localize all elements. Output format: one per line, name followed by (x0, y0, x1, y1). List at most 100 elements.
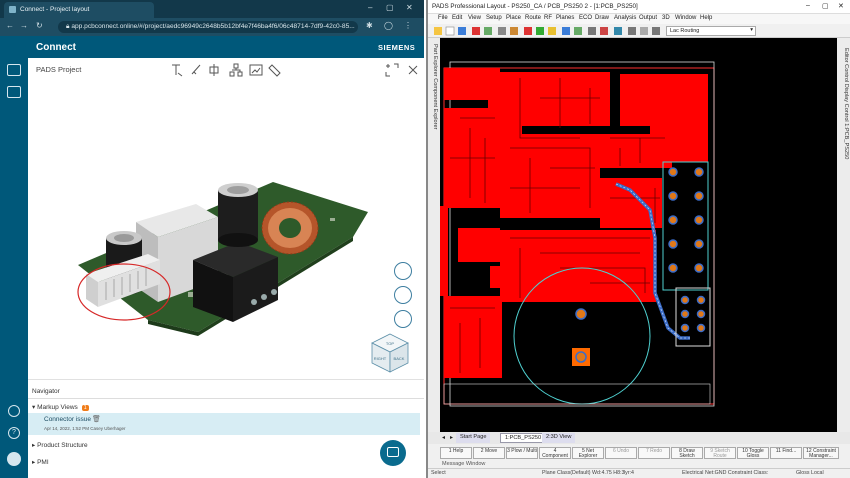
tab-pcb-label: 1:PCB_PS250 (505, 435, 542, 441)
pcb-3d-model[interactable] (68, 142, 378, 337)
pads-statusbar: Select Plane Class(Default) Wd:4.75 H8:3… (428, 468, 850, 478)
pads-close-icon[interactable]: ✕ (838, 2, 844, 10)
connect-favicon-icon (9, 6, 16, 13)
fkey-2[interactable]: 2 Move (473, 447, 505, 459)
menu-draw[interactable]: Draw (595, 15, 609, 21)
pads-window: PADS Professional Layout - PS250_CA / PC… (426, 0, 850, 478)
menu-3d[interactable]: 3D (662, 15, 670, 21)
browser-tab[interactable]: Connect - Project layout (4, 2, 154, 18)
extension-icon[interactable]: ✱ (366, 21, 373, 30)
url-field[interactable]: 🔒︎ app.pcbconnect.online/#/project/aedc9… (58, 21, 358, 33)
fkey-8[interactable]: 8 Draw Sketch (671, 447, 703, 459)
menu-analysis[interactable]: Analysis (614, 15, 636, 21)
browser-menu-icon[interactable]: ⋮ (404, 21, 412, 30)
fkey-12[interactable]: 12 Constraint Manager... (803, 447, 839, 459)
menu-setup[interactable]: Setup (486, 15, 502, 21)
minimize-icon[interactable]: – (368, 3, 372, 12)
pads-title-text: PADS Professional Layout - PS250_CA / PC… (432, 3, 638, 10)
fkey-10[interactable]: 10 Toggle Gloss (737, 447, 769, 459)
product-structure-label: Product Structure (37, 442, 88, 449)
panel-controls (385, 63, 418, 77)
markup-edit-icon[interactable] (268, 64, 281, 77)
menu-window[interactable]: Window (675, 15, 696, 21)
forward-icon[interactable]: → (20, 21, 28, 30)
close-window-icon[interactable]: ✕ (406, 3, 413, 12)
fkey-4[interactable]: 4 Component Explorer (539, 447, 571, 459)
menu-view[interactable]: View (468, 15, 481, 21)
connector-issue-meta: Apr 14, 2022, 1:52 PM Casey Uberhager (44, 426, 126, 431)
capacitor-right (218, 183, 258, 247)
close-panel-icon[interactable] (408, 65, 418, 75)
fkey-7[interactable]: 7 Redo (638, 447, 670, 459)
markup-views-label: Markup Views (37, 404, 78, 411)
tab-3d-view[interactable]: 2:3D View (542, 433, 576, 443)
view-list-icon[interactable] (394, 262, 412, 280)
tabs-prev-icon[interactable]: ◂ (442, 434, 445, 441)
status-plane-class: Plane Class(Default) Wd:4.75 H8:3 (542, 470, 625, 476)
menu-output[interactable]: Output (639, 15, 657, 21)
toroid-coil (261, 201, 319, 255)
left-vtab-label: Part Explorer Component Explorer (432, 44, 438, 130)
pcb-layout-canvas[interactable] (440, 38, 837, 432)
pads-document-tabs: ◂ ▸ Start Page 1:PCB_PS250 2:3D View (428, 432, 850, 444)
routing-mode-select[interactable]: Lac Routing ▾ (666, 26, 756, 36)
image-icon[interactable] (249, 64, 263, 76)
menu-rf[interactable]: RF (544, 15, 552, 21)
fkey-9[interactable]: 9 Sketch Route (704, 447, 736, 459)
help-icon[interactable]: ? (8, 427, 20, 439)
menu-file[interactable]: File (438, 15, 448, 21)
right-vertical-tabs[interactable]: Editor Control Display Control 1:PCB_PS2… (837, 38, 850, 432)
fkey-1[interactable]: 1 Help (440, 447, 472, 459)
view-cube[interactable]: TOP RIGHT BACK (368, 330, 412, 378)
pads-titlebar: PADS Professional Layout - PS250_CA / PC… (428, 0, 850, 14)
url-text: app.pcbconnect.online/#/project/aedc9694… (71, 23, 355, 30)
pads-menubar: File Edit View Setup Place Route RF Plan… (428, 14, 850, 24)
menu-place[interactable]: Place (506, 15, 521, 21)
menu-route[interactable]: Route (525, 15, 541, 21)
fkey-11[interactable]: 11 Find... (770, 447, 802, 459)
function-key-bar: 1 Help 2 Move 3 Plow / Multi 4 Component… (428, 445, 850, 461)
trash-icon[interactable]: 🗑︎ (92, 415, 101, 423)
tab-start-page[interactable]: Start Page (456, 433, 491, 443)
connector-issue-item[interactable]: Connector issue 🗑︎ Apr 14, 2022, 1:52 PM… (28, 413, 420, 435)
pcb-layout-drawing[interactable] (440, 38, 837, 432)
profile-icon[interactable]: ◯ (384, 21, 393, 30)
maximize-icon[interactable]: ▢ (386, 3, 394, 12)
pads-maximize-icon[interactable]: ▢ (822, 2, 829, 10)
app-header: Connect SIEMENS (0, 36, 424, 58)
back-icon[interactable]: ← (6, 21, 14, 30)
reload-icon[interactable]: ↻ (36, 21, 43, 30)
menu-help[interactable]: Help (700, 15, 712, 21)
settings-icon[interactable] (8, 405, 20, 417)
menu-planes[interactable]: Planes (556, 15, 574, 21)
pads-minimize-icon[interactable]: – (806, 2, 810, 9)
folder-icon[interactable] (7, 86, 21, 98)
toolbar-icons[interactable] (432, 25, 662, 37)
tabs-next-icon[interactable]: ▸ (450, 434, 453, 441)
browser-tab-title: Connect - Project layout (20, 6, 90, 13)
message-window-label[interactable]: Message Window (442, 461, 485, 467)
right-vtab-label: Editor Control Display Control 1:PCB_PS2… (843, 48, 849, 160)
measure-icon[interactable] (191, 64, 201, 75)
rotate-icon[interactable] (394, 310, 412, 328)
markup-views-row[interactable]: ▾ Markup Views 1 (32, 403, 89, 411)
tab-pcb[interactable]: 1:PCB_PS250 (500, 433, 547, 443)
text-markup-icon[interactable] (172, 64, 183, 77)
product-structure-row[interactable]: ▸ Product Structure (32, 441, 88, 449)
user-avatar[interactable] (7, 452, 21, 466)
left-vertical-tabs[interactable]: Part Explorer Component Explorer (428, 38, 440, 432)
pmi-label: PMI (37, 459, 49, 466)
menu-eco[interactable]: ECO (579, 15, 592, 21)
explode-icon[interactable] (394, 286, 412, 304)
structure-icon[interactable] (229, 63, 243, 77)
chat-button[interactable] (380, 440, 406, 466)
home-icon[interactable] (7, 64, 21, 76)
brand-title: Connect (36, 42, 76, 53)
fkey-5[interactable]: 5 Net Explorer (572, 447, 604, 459)
fkey-3[interactable]: 3 Plow / Multi (506, 447, 538, 459)
section-icon[interactable] (209, 64, 219, 76)
fit-view-icon[interactable] (385, 63, 399, 77)
pmi-row[interactable]: ▸ PMI (32, 458, 49, 466)
menu-edit[interactable]: Edit (452, 15, 462, 21)
fkey-6[interactable]: 6 Undo (605, 447, 637, 459)
